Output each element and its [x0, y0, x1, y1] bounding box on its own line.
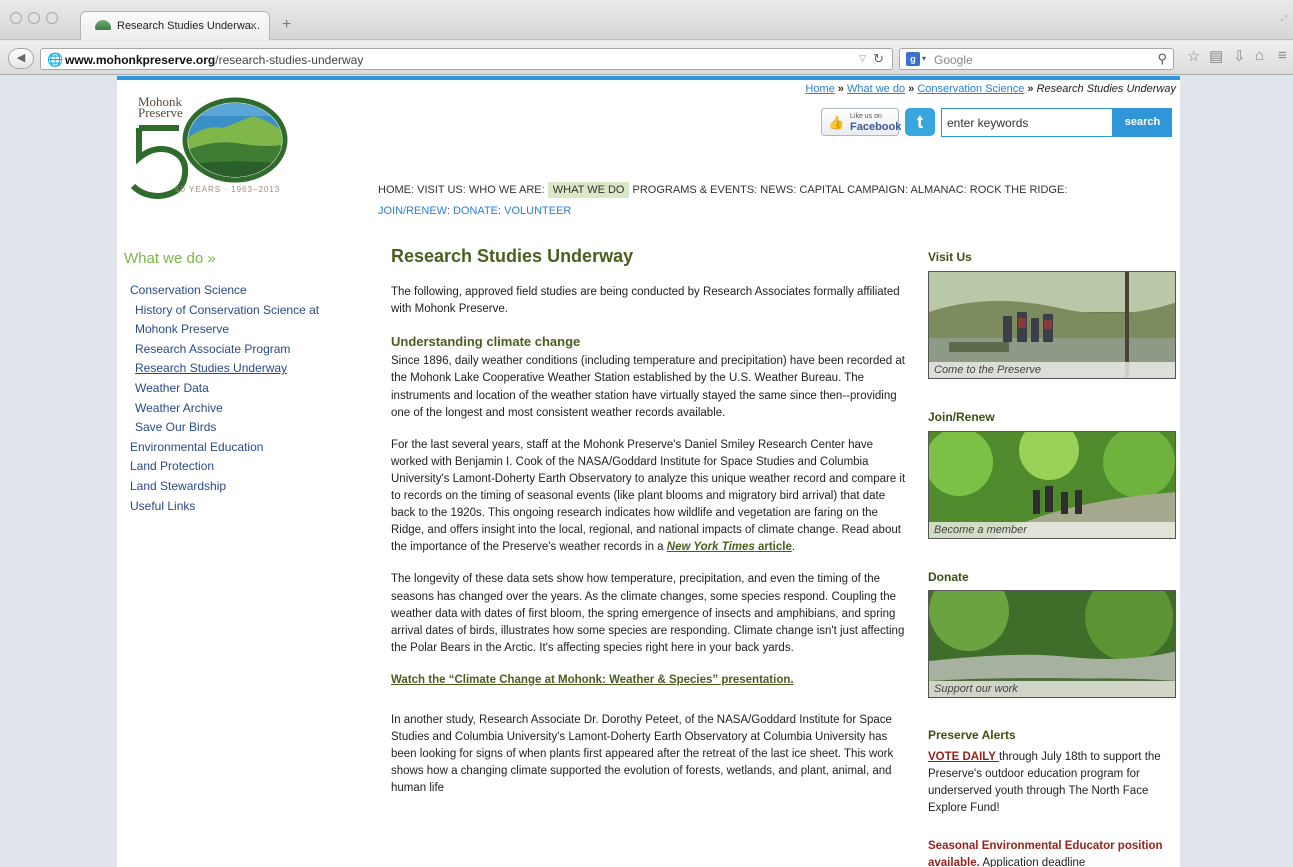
nav-programs-events[interactable]: PROGRAMS & EVENTS	[633, 184, 755, 196]
nav-capital-campaign[interactable]: CAPITAL CAMPAIGN	[799, 184, 905, 196]
main-navigation: HOME: VISIT US: WHO WE ARE: WHAT WE DO P…	[378, 182, 1068, 217]
menu-icon[interactable]: ≡	[1278, 47, 1287, 64]
sidebar-item-useful-links[interactable]: Useful Links	[130, 497, 360, 517]
main-content: Research Studies Underway The following,…	[391, 246, 911, 812]
url-text: www.mohonkpreserve.org/research-studies-…	[65, 53, 364, 67]
search-engine-label: Google	[934, 53, 973, 67]
paragraph-research: For the last several years, staff at the…	[391, 438, 906, 554]
sidebar-item-land-protection[interactable]: Land Protection	[130, 457, 360, 477]
site-favicon-icon	[95, 20, 111, 30]
browser-nav-bar: ◀ 🌐 www.mohonkpreserve.org/research-stud…	[0, 41, 1293, 75]
facebook-like-button[interactable]: 👍 Like us on Facebook	[821, 108, 901, 136]
presentation-link[interactable]: Watch the “Climate Change at Mohonk: Wea…	[391, 672, 911, 689]
donate-heading[interactable]: Donate	[928, 570, 969, 584]
visit-us-caption: Come to the Preserve	[929, 362, 1175, 378]
sidebar-item-land-stewardship[interactable]: Land Stewardship	[130, 477, 360, 497]
join-renew-heading[interactable]: Join/Renew	[928, 410, 995, 424]
nav-home[interactable]: HOME	[378, 184, 411, 196]
zoom-window-icon[interactable]	[46, 12, 58, 24]
globe-icon: 🌐	[47, 52, 64, 67]
sidebar-nav: Conservation Science History of Conserva…	[130, 281, 360, 516]
paragraph-longevity: The longevity of these data sets show ho…	[391, 573, 905, 654]
nav-join-renew[interactable]: JOIN/RENEW	[378, 205, 447, 217]
donate-caption: Support our work	[929, 681, 1175, 697]
breadcrumb-conservation-science-link[interactable]: Conservation Science	[917, 83, 1024, 95]
site-search-button[interactable]: search	[1113, 108, 1172, 137]
logo-anniversary: 50 YEARS · 1963–2013	[175, 185, 281, 194]
nyt-article-link[interactable]: New York Times article	[667, 541, 792, 553]
search-icon[interactable]: ⚲	[1157, 51, 1167, 67]
alert-educator-position: Seasonal Environmental Educator position…	[928, 840, 1163, 867]
nav-news[interactable]: NEWS	[760, 184, 793, 196]
google-icon: g	[906, 52, 920, 66]
downloads-icon[interactable]: ⇩	[1233, 47, 1246, 65]
site-search-input[interactable]	[941, 108, 1113, 137]
reading-list-icon[interactable]: ▤	[1209, 47, 1223, 65]
browser-tab[interactable]: Research Studies Underwa... ×	[80, 11, 270, 40]
back-button[interactable]: ◀	[8, 48, 34, 69]
browser-search-bar[interactable]: g ▾ Google ⚲	[899, 48, 1174, 70]
tab-title: Research Studies Underwa...	[117, 20, 261, 32]
nav-donate[interactable]: DONATE	[453, 205, 498, 217]
sidebar-item-environmental-education[interactable]: Environmental Education	[130, 438, 360, 458]
twitter-icon[interactable]: t	[905, 108, 935, 136]
thumbs-up-icon: 👍	[828, 115, 845, 130]
history-dropdown-icon[interactable]: ▽	[859, 53, 866, 64]
sidebar-heading[interactable]: What we do »	[124, 250, 216, 267]
sidebar-item-history[interactable]: History of Conservation Science at Mohon…	[130, 301, 360, 340]
minimize-window-icon[interactable]	[28, 12, 40, 24]
sidebar-item-research-studies-underway[interactable]: Research Studies Underway	[130, 359, 360, 379]
bookmark-star-icon[interactable]: ☆	[1187, 47, 1200, 65]
visit-us-image[interactable]: Come to the Preserve	[928, 271, 1176, 379]
breadcrumb-current: Research Studies Underway	[1036, 83, 1176, 95]
paragraph-weather-records: Since 1896, daily weather conditions (in…	[391, 355, 905, 419]
visit-us-heading[interactable]: Visit Us	[928, 250, 972, 264]
intro-paragraph: The following, approved field studies ar…	[391, 286, 900, 316]
page-title: Research Studies Underway	[391, 246, 634, 266]
home-icon[interactable]: ⌂	[1255, 47, 1264, 64]
web-page: Home » What we do » Conservation Science…	[117, 76, 1180, 867]
breadcrumb: Home » What we do » Conservation Science…	[805, 83, 1176, 95]
sidebar-item-weather-data[interactable]: Weather Data	[130, 379, 360, 399]
nav-volunteer[interactable]: VOLUNTEER	[504, 205, 571, 217]
nav-almanac[interactable]: ALMANAC	[910, 184, 963, 196]
sidebar-item-conservation-science[interactable]: Conservation Science	[130, 281, 360, 301]
join-renew-image[interactable]: Become a member	[928, 431, 1176, 539]
alert-vote-daily: VOTE DAILY through July 18th to support …	[928, 751, 1161, 814]
reload-icon[interactable]: ↻	[873, 51, 884, 67]
paragraph-peteet-study: In another study, Research Associate Dr.…	[391, 713, 894, 795]
site-logo[interactable]: Mohonk Preserve 50 YEARS · 1963–2013	[123, 86, 293, 204]
nav-who-we-are[interactable]: WHO WE ARE	[469, 184, 542, 196]
nav-rock-the-ridge[interactable]: ROCK THE RIDGE	[970, 184, 1065, 196]
alerts-heading: Preserve Alerts	[928, 728, 1016, 742]
section-title: Understanding climate change	[391, 334, 581, 350]
fullscreen-icon[interactable]: ⤢	[1281, 14, 1287, 24]
browser-tab-bar: Research Studies Underwa... × + ⤢	[0, 0, 1293, 40]
new-tab-icon[interactable]: +	[282, 16, 291, 34]
breadcrumb-what-we-do-link[interactable]: What we do	[847, 83, 905, 95]
vote-daily-link[interactable]: VOTE DAILY	[928, 751, 999, 763]
nav-what-we-do[interactable]: WHAT WE DO	[547, 182, 630, 198]
sidebar-item-save-our-birds[interactable]: Save Our Birds	[130, 418, 360, 438]
address-bar[interactable]: 🌐 www.mohonkpreserve.org/research-studie…	[40, 48, 893, 70]
sidebar-item-research-associate-program[interactable]: Research Associate Program	[130, 340, 360, 360]
donate-image[interactable]: Support our work	[928, 590, 1176, 698]
sidebar-item-weather-archive[interactable]: Weather Archive	[130, 399, 360, 419]
join-renew-caption: Become a member	[929, 522, 1175, 538]
breadcrumb-home-link[interactable]: Home	[805, 83, 834, 95]
logo-name: Mohonk Preserve	[138, 94, 183, 120]
nav-visit-us[interactable]: VISIT US	[417, 184, 463, 196]
close-window-icon[interactable]	[10, 12, 22, 24]
search-engine-dropdown-icon[interactable]: ▾	[922, 54, 926, 63]
tab-close-icon[interactable]: ×	[249, 18, 257, 33]
